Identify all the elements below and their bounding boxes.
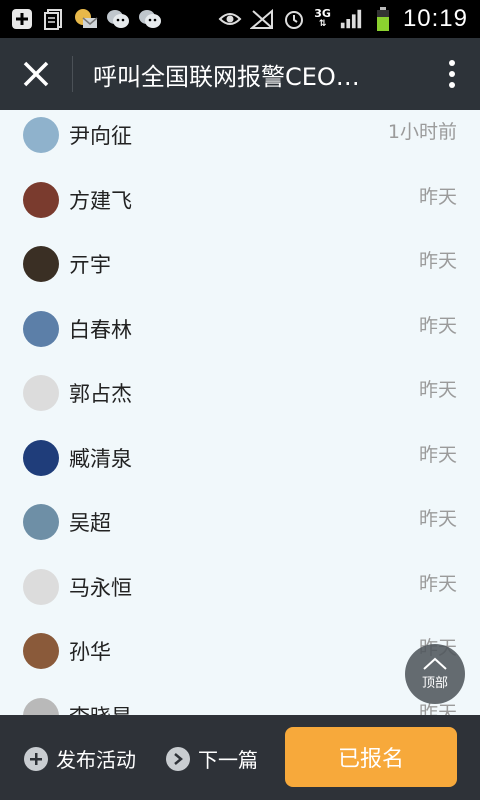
avatar — [23, 569, 59, 605]
signal-off-icon — [250, 8, 274, 30]
close-icon — [23, 61, 49, 87]
signed-up-button[interactable]: 已报名 — [285, 727, 457, 787]
list-item[interactable]: 李晓星 昨天 — [0, 691, 480, 715]
list-item[interactable]: 方建飞 昨天 — [0, 175, 480, 239]
avatar — [23, 440, 59, 476]
list-item[interactable]: 吴超 昨天 — [0, 497, 480, 561]
signal-icon — [339, 8, 363, 30]
publish-activity-button[interactable]: 发布活动 — [24, 744, 136, 773]
list-item[interactable]: 郭占杰 昨天 — [0, 368, 480, 432]
plus-icon — [24, 746, 48, 771]
wechat-icon — [106, 8, 130, 30]
battery-icon — [371, 7, 395, 31]
page-title: 呼叫全国联网报警CEO… — [93, 62, 360, 91]
participant-time: 昨天 — [418, 444, 457, 466]
participant-time: 昨天 — [418, 315, 457, 337]
avatar — [23, 182, 59, 218]
participant-name: 吴超 — [69, 511, 111, 535]
participant-time: 昨天 — [418, 250, 457, 272]
header: 呼叫全国联网报警CEO… — [0, 38, 480, 110]
participant-name: 孙华 — [69, 640, 111, 664]
list-item[interactable]: 亓宇 昨天 — [0, 239, 480, 303]
scroll-top-label: 顶部 — [421, 676, 448, 691]
network-type: 3G ⇅ — [314, 7, 331, 29]
avatar — [23, 117, 59, 153]
avatar — [23, 311, 59, 347]
list-item[interactable]: 臧清泉 昨天 — [0, 433, 480, 497]
bottom-bar: 发布活动 下一篇 已报名 — [0, 715, 480, 800]
avatar — [23, 633, 59, 669]
avatar — [23, 246, 59, 282]
alarm-icon — [282, 8, 306, 30]
participant-name: 李晓星 — [69, 701, 132, 715]
wechat-icon — [138, 8, 162, 30]
list-item[interactable]: 马永恒 昨天 — [0, 562, 480, 626]
participant-name: 亓宇 — [69, 253, 111, 277]
participant-name: 马永恒 — [69, 576, 132, 600]
status-bar: 3G ⇅ 10:19 — [0, 0, 480, 38]
mail-icon — [74, 8, 98, 30]
avatar — [23, 698, 59, 715]
close-button[interactable] — [0, 38, 72, 110]
participant-time: 昨天 — [418, 573, 457, 595]
participant-time: 昨天 — [418, 508, 457, 530]
participant-name: 尹向征 — [69, 124, 132, 148]
scroll-top-button[interactable]: 顶部 — [405, 644, 465, 704]
participant-name: 郭占杰 — [69, 382, 132, 406]
participant-time: 昨天 — [418, 379, 457, 401]
participant-name: 方建飞 — [69, 189, 132, 213]
participant-name: 臧清泉 — [69, 447, 132, 471]
participant-time: 1小时前 — [387, 121, 457, 143]
participant-list[interactable]: 尹向征 1小时前 方建飞 昨天 亓宇 昨天 白春林 昨天 郭占杰 昨天 臧清泉 … — [0, 110, 480, 715]
chevron-up-icon — [423, 657, 447, 670]
avatar — [23, 375, 59, 411]
clock: 10:19 — [402, 5, 468, 32]
list-item[interactable]: 尹向征 1小时前 — [0, 110, 480, 174]
next-article-label: 下一篇 — [198, 748, 258, 772]
eye-icon — [218, 8, 242, 30]
avatar — [23, 504, 59, 540]
next-article-button[interactable]: 下一篇 — [166, 744, 258, 773]
notes-icon — [42, 8, 66, 30]
add-icon — [10, 8, 34, 30]
participant-time: 昨天 — [418, 186, 457, 208]
list-item[interactable]: 白春林 昨天 — [0, 304, 480, 368]
chevron-right-icon — [166, 746, 190, 771]
participant-name: 白春林 — [69, 318, 132, 342]
more-button[interactable] — [424, 38, 480, 110]
more-vertical-icon — [449, 60, 455, 88]
publish-activity-label: 发布活动 — [56, 748, 136, 772]
